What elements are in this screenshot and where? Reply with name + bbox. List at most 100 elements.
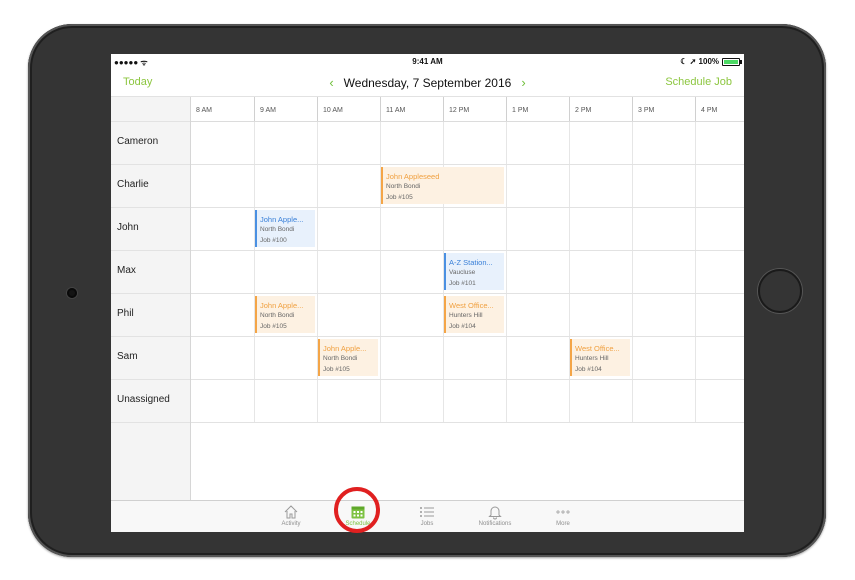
time-header: 8 AM 9 AM 10 AM 11 AM 12 PM 1 PM 2 PM 3 PM 4 PM xyxy=(191,97,744,122)
app-screen: ●●●●● ᯤ 9:41 AM ☾ ➚ 100% Today ‹ Wednesda… xyxy=(111,54,744,532)
job-card[interactable]: West Office... Hunters Hill Job #104 xyxy=(570,339,630,376)
job-suburb: Hunters Hill xyxy=(449,312,483,319)
job-card[interactable]: John Apple... North Bondi Job #105 xyxy=(255,296,315,333)
grid-column-line xyxy=(506,122,507,422)
time-slot-label: 10 AM xyxy=(323,107,343,114)
tab-label: Activity xyxy=(281,521,301,527)
job-suburb: North Bondi xyxy=(260,312,295,319)
job-suburb: North Bondi xyxy=(386,183,421,190)
job-number: Job #105 xyxy=(260,323,287,330)
tab-label: More xyxy=(556,521,570,527)
time-slot-label: 11 AM xyxy=(386,107,406,114)
time-slot-label: 12 PM xyxy=(449,107,470,114)
schedule-grid[interactable]: John Appleseed North Bondi Job #105 John Ap… xyxy=(191,122,744,500)
grid-column-line xyxy=(254,122,255,422)
time-slot-label: 2 PM xyxy=(575,107,592,114)
tab-label: Notifications xyxy=(478,521,512,527)
job-title: John Appleseed xyxy=(386,172,440,181)
grid-column-line xyxy=(569,122,570,422)
grid-row-line xyxy=(191,207,744,208)
job-title: John Apple... xyxy=(260,215,304,224)
job-suburb: Hunters Hill xyxy=(575,355,609,362)
time-slot-header: 4 PM xyxy=(695,97,744,121)
home-button[interactable] xyxy=(758,269,802,313)
list-icon xyxy=(392,504,462,520)
time-slot-header: 9 AM xyxy=(254,97,317,121)
time-slot-header: 10 AM xyxy=(317,97,380,121)
staff-name: Charlie xyxy=(117,179,149,190)
job-card[interactable]: A-Z Station... Vaucluse Job #101 xyxy=(444,253,504,290)
staff-header-blank xyxy=(111,97,190,122)
job-suburb: Vaucluse xyxy=(449,269,476,276)
time-slot-label: 8 AM xyxy=(196,107,212,114)
bell-icon xyxy=(460,504,530,520)
staff-row[interactable]: Max xyxy=(111,251,190,294)
staff-name: Phil xyxy=(117,308,134,319)
job-title: John Apple... xyxy=(323,344,367,353)
job-number: Job #104 xyxy=(575,366,602,373)
job-card[interactable]: West Office... Hunters Hill Job #104 xyxy=(444,296,504,333)
chevron-left-icon[interactable]: ‹ xyxy=(319,75,343,90)
battery-fill xyxy=(724,59,738,64)
job-card[interactable]: John Apple... North Bondi Job #105 xyxy=(318,339,378,376)
status-time: 9:41 AM xyxy=(412,57,443,66)
status-bar: ●●●●● ᯤ 9:41 AM ☾ ➚ 100% xyxy=(111,54,744,68)
staff-row[interactable]: Charlie xyxy=(111,165,190,208)
more-icon xyxy=(528,504,598,520)
navigation-bar: Today ‹ Wednesday, 7 September 2016 › Sche… xyxy=(111,68,744,97)
time-slot-header: 8 AM xyxy=(191,97,254,121)
job-title: West Office... xyxy=(575,344,620,353)
grid-row-line xyxy=(191,250,744,251)
time-slot-header: 2 PM xyxy=(569,97,632,121)
time-slot-label: 4 PM xyxy=(701,107,718,114)
staff-row[interactable]: Cameron xyxy=(111,122,190,165)
time-slot-header: 11 AM xyxy=(380,97,443,121)
staff-row[interactable]: Sam xyxy=(111,337,190,380)
grid-column-line xyxy=(632,122,633,422)
tab-notifications[interactable]: Notifications xyxy=(460,503,530,532)
staff-name: John xyxy=(117,222,139,233)
current-date: Wednesday, 7 September 2016 xyxy=(343,76,512,90)
job-card[interactable]: John Apple... North Bondi Job #100 xyxy=(255,210,315,247)
job-number: Job #105 xyxy=(323,366,350,373)
grid-row-line xyxy=(191,379,744,380)
home-icon xyxy=(256,504,326,520)
staff-name: Max xyxy=(117,265,136,276)
tab-bar: Activity Schedule Jobs Notifications More xyxy=(111,500,744,532)
staff-name: Sam xyxy=(117,351,138,362)
job-suburb: North Bondi xyxy=(260,226,295,233)
tab-activity[interactable]: Activity xyxy=(256,503,326,532)
job-number: Job #105 xyxy=(386,194,413,201)
status-right-text: ☾ ➚ 100% xyxy=(680,57,719,66)
battery-icon xyxy=(722,57,742,66)
staff-row[interactable]: Phil xyxy=(111,294,190,337)
grid-column-line xyxy=(317,122,318,422)
job-title: A-Z Station... xyxy=(449,258,493,267)
tab-jobs[interactable]: Jobs xyxy=(392,503,462,532)
job-title: John Apple... xyxy=(260,301,304,310)
time-slot-header: 1 PM xyxy=(506,97,569,121)
schedule-job-button[interactable]: Schedule Job xyxy=(665,76,732,88)
chevron-right-icon[interactable]: › xyxy=(511,75,535,90)
time-slot-label: 1 PM xyxy=(512,107,529,114)
time-slot-label: 9 AM xyxy=(260,107,276,114)
grid-column-line xyxy=(695,122,696,422)
staff-column: Cameron Charlie John Max Phil Sam Unassigned xyxy=(111,97,191,500)
job-number: Job #104 xyxy=(449,323,476,330)
date-navigator: ‹ Wednesday, 7 September 2016 › xyxy=(111,75,744,90)
grid-row-line xyxy=(191,422,744,423)
grid-row-line xyxy=(191,293,744,294)
time-slot-label: 3 PM xyxy=(638,107,655,114)
tab-more[interactable]: More xyxy=(528,503,598,532)
job-card[interactable]: John Appleseed North Bondi Job #105 xyxy=(381,167,504,204)
time-slot-header: 3 PM xyxy=(632,97,695,121)
highlight-circle xyxy=(334,487,380,533)
job-suburb: North Bondi xyxy=(323,355,358,362)
job-number: Job #101 xyxy=(449,280,476,287)
grid-row-line xyxy=(191,336,744,337)
status-right: ☾ ➚ 100% xyxy=(680,57,742,66)
staff-row[interactable]: John xyxy=(111,208,190,251)
staff-row[interactable]: Unassigned xyxy=(111,380,190,423)
tab-label: Jobs xyxy=(420,521,434,527)
job-number: Job #100 xyxy=(260,237,287,244)
